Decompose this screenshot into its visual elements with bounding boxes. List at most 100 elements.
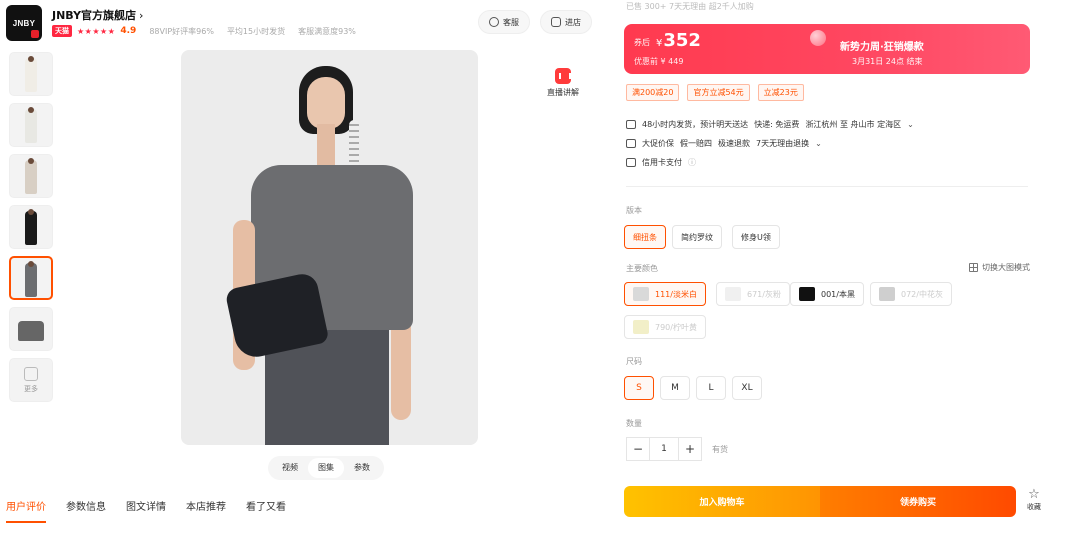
- headset-icon: [489, 17, 499, 27]
- tab-details[interactable]: 图文详情: [126, 498, 166, 523]
- more-thumbs: 更多: [10, 359, 52, 401]
- live-explain-button[interactable]: 直播讲解: [540, 68, 586, 98]
- store-name-text: JNBY官方旗舰店: [52, 9, 137, 22]
- promo-title: 新势力周·狂销爆款: [840, 42, 924, 53]
- card-icon: [626, 158, 636, 167]
- thumbnail-6[interactable]: [9, 307, 53, 351]
- color-option-label: 001/本黑: [821, 289, 855, 299]
- quantity-stepper: − 1 + 有货: [626, 437, 728, 461]
- add-to-cart-button[interactable]: 加入购物车: [624, 486, 820, 517]
- quantity-value[interactable]: 1: [650, 437, 678, 461]
- buy-with-coupon-button[interactable]: 领券购买: [820, 486, 1016, 517]
- store-logo[interactable]: JNBY: [6, 5, 42, 41]
- coupon-list: 满200减20 官方立减54元 立减23元: [626, 84, 804, 101]
- size-option-xl[interactable]: XL: [732, 376, 762, 400]
- thumbnail-2[interactable]: [9, 103, 53, 147]
- color-option-5[interactable]: 790/柠叶黄: [624, 315, 706, 339]
- guarantee-price: 大促价保: [642, 139, 674, 148]
- thumb-head: [28, 158, 34, 164]
- thumb-figure: [25, 211, 37, 245]
- tab-shop-recommend[interactable]: 本店推荐: [186, 498, 226, 523]
- shop-icon: [551, 17, 561, 27]
- stock-status: 有货: [712, 444, 728, 454]
- shield-icon: [626, 139, 636, 148]
- tab-parameters[interactable]: 参数信息: [66, 498, 106, 523]
- size-option-m[interactable]: M: [660, 376, 690, 400]
- quantity-minus-button[interactable]: −: [626, 437, 650, 461]
- tab-params[interactable]: 参数: [344, 458, 380, 478]
- payment-text: 信用卡支付: [642, 158, 682, 167]
- store-name[interactable]: JNBY官方旗舰店 ›: [52, 7, 143, 23]
- star-icon: ☆: [1028, 487, 1040, 502]
- thumb-figure: [25, 109, 37, 143]
- info-icon: ⓘ: [688, 158, 696, 167]
- model-neck: [317, 124, 335, 166]
- price-number: 352: [663, 30, 701, 51]
- store-stat-service: 客服满意度93%: [298, 26, 356, 36]
- store-meta: 天猫 ★★★★★ 4.9 88VIP好评率96% 平均15小时发货 客服满意度9…: [52, 25, 356, 37]
- coupon-1[interactable]: 满200减20: [626, 84, 680, 101]
- thumbnail-5-active[interactable]: [9, 256, 53, 300]
- thumbnail-more[interactable]: 更多: [9, 358, 53, 402]
- favorite-button[interactable]: ☆ 收藏: [1024, 488, 1044, 512]
- version-option-3[interactable]: 修身U领: [732, 225, 780, 249]
- tab-video[interactable]: 视频: [272, 458, 308, 478]
- service-shipping[interactable]: 48小时内发货，预计明天送达 快递: 免运费 浙江杭州 至 舟山市 定海区 ⌄: [626, 119, 914, 130]
- large-image-toggle[interactable]: 切换大图模式: [969, 262, 1030, 273]
- thumbnail-3[interactable]: [9, 154, 53, 198]
- version-option-2[interactable]: 简约罗纹: [672, 225, 722, 249]
- chevron-down-icon: ⌄: [907, 120, 914, 129]
- size-option-s[interactable]: S: [624, 376, 654, 400]
- favorite-label: 收藏: [1027, 503, 1041, 511]
- live-explain-label: 直播讲解: [547, 88, 579, 97]
- tshirt-swatch-icon: [633, 287, 649, 301]
- customer-service-label: 客服: [503, 17, 519, 27]
- chevron-down-icon: ⌄: [815, 139, 822, 148]
- guarantee-fake: 假一赔四: [680, 139, 712, 148]
- coupon-3[interactable]: 立减23元: [757, 84, 804, 101]
- quantity-plus-button[interactable]: +: [678, 437, 702, 461]
- price-value: ¥352: [656, 30, 701, 51]
- store-rating: 4.9: [120, 26, 137, 36]
- thumb-head: [28, 56, 34, 62]
- color-option-1[interactable]: 111/淡米白: [624, 282, 706, 306]
- thumb-figure: [25, 263, 37, 297]
- color-option-2[interactable]: 671/灰粉: [716, 282, 790, 306]
- color-option-3[interactable]: 001/本黑: [790, 282, 864, 306]
- model-face: [307, 77, 345, 129]
- thumbnail-1[interactable]: [9, 52, 53, 96]
- enter-shop-button[interactable]: 进店: [540, 10, 592, 34]
- color-option-label: 790/柠叶黄: [655, 322, 697, 332]
- service-payment[interactable]: 信用卡支付 ⓘ: [626, 157, 696, 168]
- color-option-label: 072/中花灰: [901, 289, 943, 299]
- tab-reviews[interactable]: 用户评价: [6, 498, 46, 523]
- coupon-2[interactable]: 官方立减54元: [687, 84, 750, 101]
- service-guarantee[interactable]: 大促价保 假一赔四 极速退款 7天无理由退换 ⌄: [626, 138, 822, 149]
- tshirt-swatch-icon: [879, 287, 895, 301]
- color-option-4[interactable]: 072/中花灰: [870, 282, 952, 306]
- tshirt-swatch-icon: [633, 320, 649, 334]
- thumbnail-4[interactable]: [9, 205, 53, 249]
- promo-bubble-icon: [810, 30, 826, 46]
- live-chart-icon: [555, 68, 571, 84]
- main-product-image[interactable]: [181, 50, 478, 445]
- purchase-panel: 已售 300+ 7天无理由 超2千人加购 券后 ¥352 优惠前 ¥ 449 新…: [622, 0, 1041, 537]
- tab-gallery[interactable]: 图集: [308, 458, 344, 478]
- shipping-fee: 快递: 免运费: [754, 120, 800, 129]
- thumb-head: [28, 107, 34, 113]
- quantity-label: 数量: [626, 419, 642, 428]
- price-banner: 券后 ¥352 优惠前 ¥ 449 新势力周·狂销爆款 3月31日 24点 结束: [624, 24, 1030, 74]
- store-stat-shipping: 平均15小时发货: [226, 26, 286, 36]
- store-stat-vip: 88VIP好评率96%: [149, 26, 214, 36]
- divider: [626, 186, 1028, 187]
- tshirt-swatch-icon: [725, 287, 741, 301]
- size-option-l[interactable]: L: [696, 376, 726, 400]
- shipping-route: 浙江杭州 至 舟山市 定海区: [805, 120, 902, 129]
- thumb-head: [28, 261, 34, 267]
- tab-also-viewed[interactable]: 看了又看: [246, 498, 286, 523]
- color-option-label: 111/淡米白: [655, 289, 697, 299]
- customer-service-button[interactable]: 客服: [478, 10, 530, 34]
- truck-icon: [626, 120, 636, 129]
- version-label: 版本: [626, 206, 642, 215]
- version-option-1[interactable]: 细扭条: [624, 225, 666, 249]
